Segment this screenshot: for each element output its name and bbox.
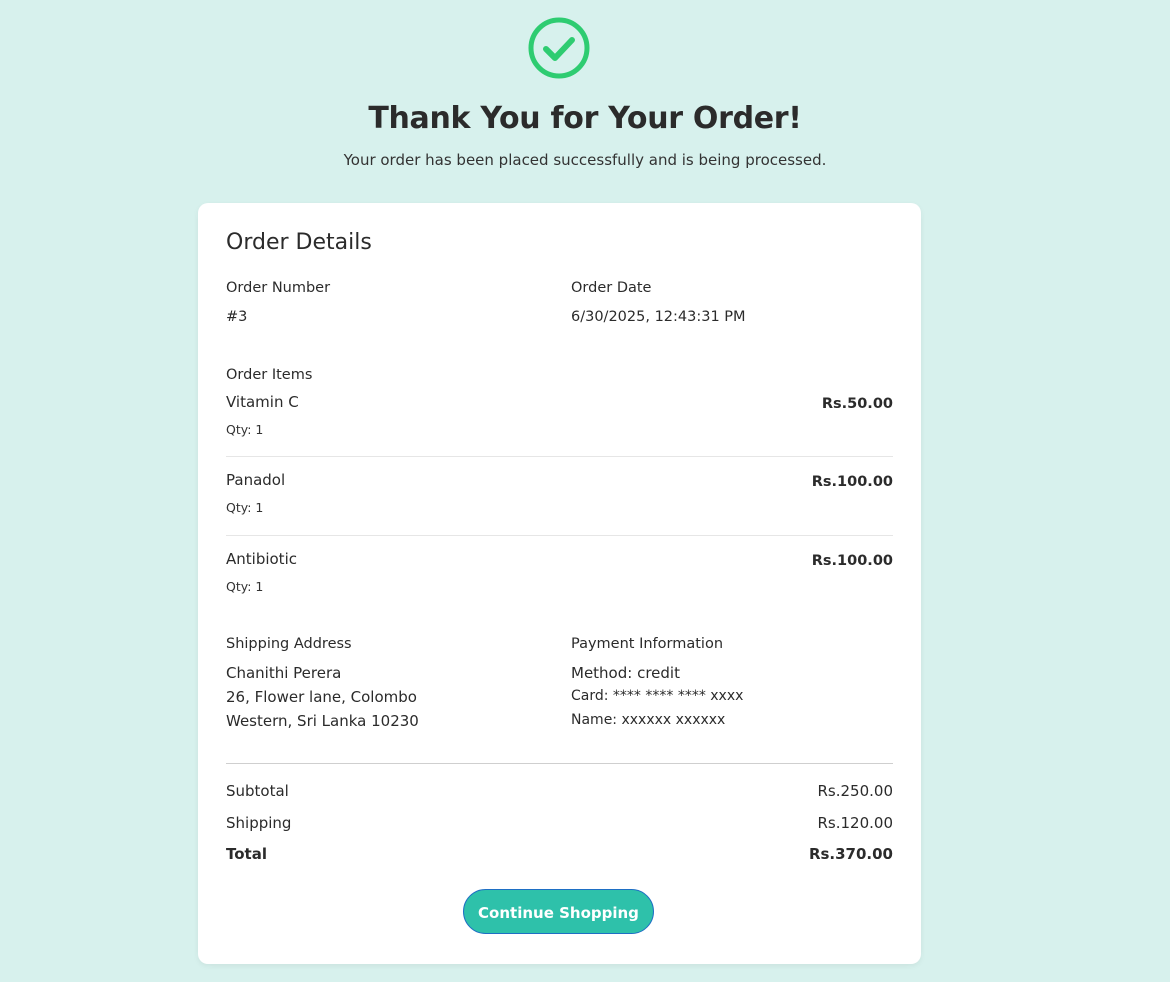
- totals-divider: [226, 763, 893, 764]
- item-divider: [226, 456, 893, 457]
- page-title: Thank You for Your Order!: [368, 101, 802, 136]
- shipping-cost-value: Rs.120.00: [817, 814, 894, 832]
- continue-shopping-button[interactable]: Continue Shopping: [463, 889, 654, 934]
- shipping-line2: Western, Sri Lanka 10230: [226, 712, 419, 730]
- payment-method: Method: credit: [571, 664, 680, 682]
- shipping-cost-label: Shipping: [226, 814, 292, 832]
- item-qty: Qty: 1: [226, 422, 264, 437]
- total-value: Rs.370.00: [808, 845, 893, 863]
- item-price: Rs.100.00: [811, 474, 893, 490]
- item-name: Antibiotic: [226, 550, 297, 568]
- page-subtitle: Your order has been placed successfully …: [343, 151, 827, 169]
- total-label: Total: [226, 845, 267, 863]
- order-details-heading: Order Details: [226, 230, 372, 255]
- order-number-label: Order Number: [226, 280, 331, 296]
- item-price: Rs.100.00: [811, 553, 893, 569]
- payment-card: Card: **** **** **** xxxx: [571, 688, 744, 704]
- item-divider: [226, 535, 893, 536]
- order-items-label: Order Items: [226, 367, 313, 383]
- shipping-name: Chanithi Perera: [226, 664, 342, 682]
- item-price: Rs.50.00: [821, 396, 893, 412]
- order-details-card: Order Details Order Number #3 Order Date…: [198, 203, 921, 964]
- payment-name: Name: xxxxxx xxxxxx: [571, 712, 726, 728]
- order-date-label: Order Date: [571, 280, 652, 296]
- item-name: Vitamin C: [226, 393, 299, 411]
- shipping-line1: 26, Flower lane, Colombo: [226, 688, 417, 706]
- item-qty: Qty: 1: [226, 500, 264, 515]
- subtotal-label: Subtotal: [226, 782, 289, 800]
- subtotal-value: Rs.250.00: [817, 782, 894, 800]
- order-date-value: 6/30/2025, 12:43:31 PM: [571, 309, 746, 325]
- payment-info-label: Payment Information: [571, 636, 724, 652]
- shipping-address-label: Shipping Address: [226, 636, 352, 652]
- item-name: Panadol: [226, 471, 286, 489]
- item-qty: Qty: 1: [226, 579, 264, 594]
- check-circle-icon: [527, 16, 591, 80]
- order-number-value: #3: [226, 309, 248, 325]
